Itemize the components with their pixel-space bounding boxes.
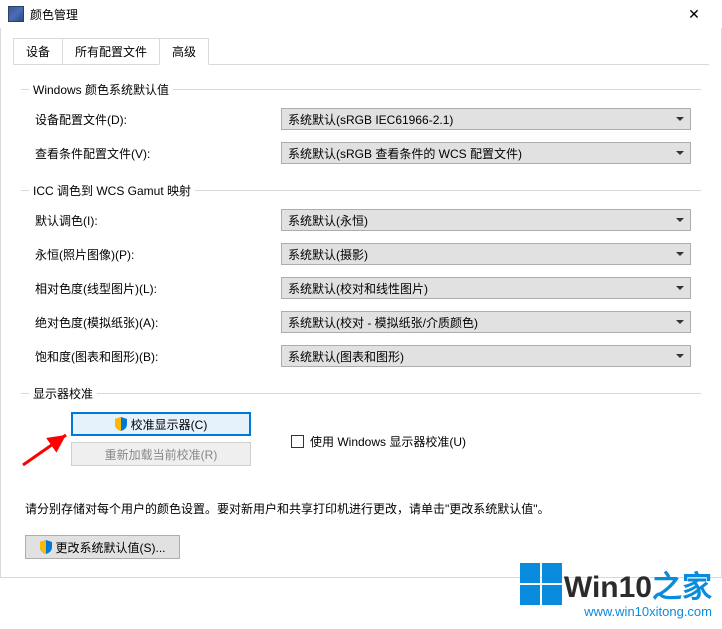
group-icc-wcs: ICC 调色到 WCS Gamut 映射 默认调色(I): 系统默认(永恒) 永… [21, 190, 701, 383]
tab-devices[interactable]: 设备 [13, 38, 63, 64]
dropdown-value: 系统默认(校对 - 模拟纸张/介质颜色) [288, 314, 676, 331]
group-title: Windows 颜色系统默认值 [29, 81, 173, 98]
calibrate-display-button[interactable]: 校准显示器(C) [71, 412, 251, 436]
dropdown-value: 系统默认(图表和图形) [288, 348, 676, 365]
label-absolute: 绝对色度(模拟纸张)(A): [31, 314, 281, 331]
change-system-defaults-button[interactable]: 更改系统默认值(S)... [25, 535, 180, 559]
button-label: 重新加载当前校准(R) [105, 446, 218, 463]
dropdown-relative[interactable]: 系统默认(校对和线性图片) [281, 277, 691, 299]
label-device-profile: 设备配置文件(D): [31, 111, 281, 128]
dropdown-value: 系统默认(sRGB 查看条件的 WCS 配置文件) [288, 145, 676, 162]
dropdown-perceptual[interactable]: 系统默认(摄影) [281, 243, 691, 265]
group-display-calibration: 显示器校准 校准显示器(C) 重新加载当前校准(R) 使用 Window [21, 393, 701, 478]
group-title: 显示器校准 [29, 385, 97, 402]
dropdown-default-intent[interactable]: 系统默认(永恒) [281, 209, 691, 231]
reload-calibration-button: 重新加载当前校准(R) [71, 442, 251, 466]
shield-icon [40, 540, 52, 554]
dropdown-absolute[interactable]: 系统默认(校对 - 模拟纸张/介质颜色) [281, 311, 691, 333]
close-button[interactable]: ✕ [674, 0, 714, 28]
tab-all-profiles[interactable]: 所有配置文件 [62, 38, 160, 64]
label-relative: 相对色度(线型图片)(L): [31, 280, 281, 297]
label-saturation: 饱和度(图表和图形)(B): [31, 348, 281, 365]
dropdown-value: 系统默认(摄影) [288, 246, 676, 263]
group-windows-defaults: Windows 颜色系统默认值 设备配置文件(D): 系统默认(sRGB IEC… [21, 89, 701, 180]
label-perceptual: 永恒(照片图像)(P): [31, 246, 281, 263]
label-default-intent: 默认调色(I): [31, 212, 281, 229]
watermark-url: www.win10xitong.com [520, 604, 712, 619]
chevron-down-icon [676, 252, 684, 256]
chevron-down-icon [676, 320, 684, 324]
chevron-down-icon [676, 286, 684, 290]
shield-icon [115, 417, 127, 431]
dropdown-value: 系统默认(校对和线性图片) [288, 280, 676, 297]
window-title: 颜色管理 [30, 6, 674, 23]
app-icon [8, 6, 24, 22]
button-label: 更改系统默认值(S)... [56, 539, 166, 556]
chevron-down-icon [676, 117, 684, 121]
use-windows-calibration-checkbox[interactable] [291, 435, 304, 448]
button-label: 校准显示器(C) [131, 416, 208, 433]
dropdown-device-profile[interactable]: 系统默认(sRGB IEC61966-2.1) [281, 108, 691, 130]
tabs: 设备 所有配置文件 高级 [13, 38, 709, 65]
checkbox-label: 使用 Windows 显示器校准(U) [310, 433, 466, 450]
dropdown-saturation[interactable]: 系统默认(图表和图形) [281, 345, 691, 367]
chevron-down-icon [676, 151, 684, 155]
dropdown-viewing-profile[interactable]: 系统默认(sRGB 查看条件的 WCS 配置文件) [281, 142, 691, 164]
label-viewing-profile: 查看条件配置文件(V): [31, 145, 281, 162]
group-title: ICC 调色到 WCS Gamut 映射 [29, 182, 195, 199]
titlebar: 颜色管理 ✕ [0, 0, 722, 28]
chevron-down-icon [676, 218, 684, 222]
dropdown-value: 系统默认(永恒) [288, 212, 676, 229]
tab-advanced[interactable]: 高级 [159, 38, 209, 65]
note-text: 请分别存储对每个用户的颜色设置。要对新用户和共享打印机进行更改，请单击"更改系统… [25, 500, 697, 517]
dropdown-value: 系统默认(sRGB IEC61966-2.1) [288, 111, 676, 128]
chevron-down-icon [676, 354, 684, 358]
